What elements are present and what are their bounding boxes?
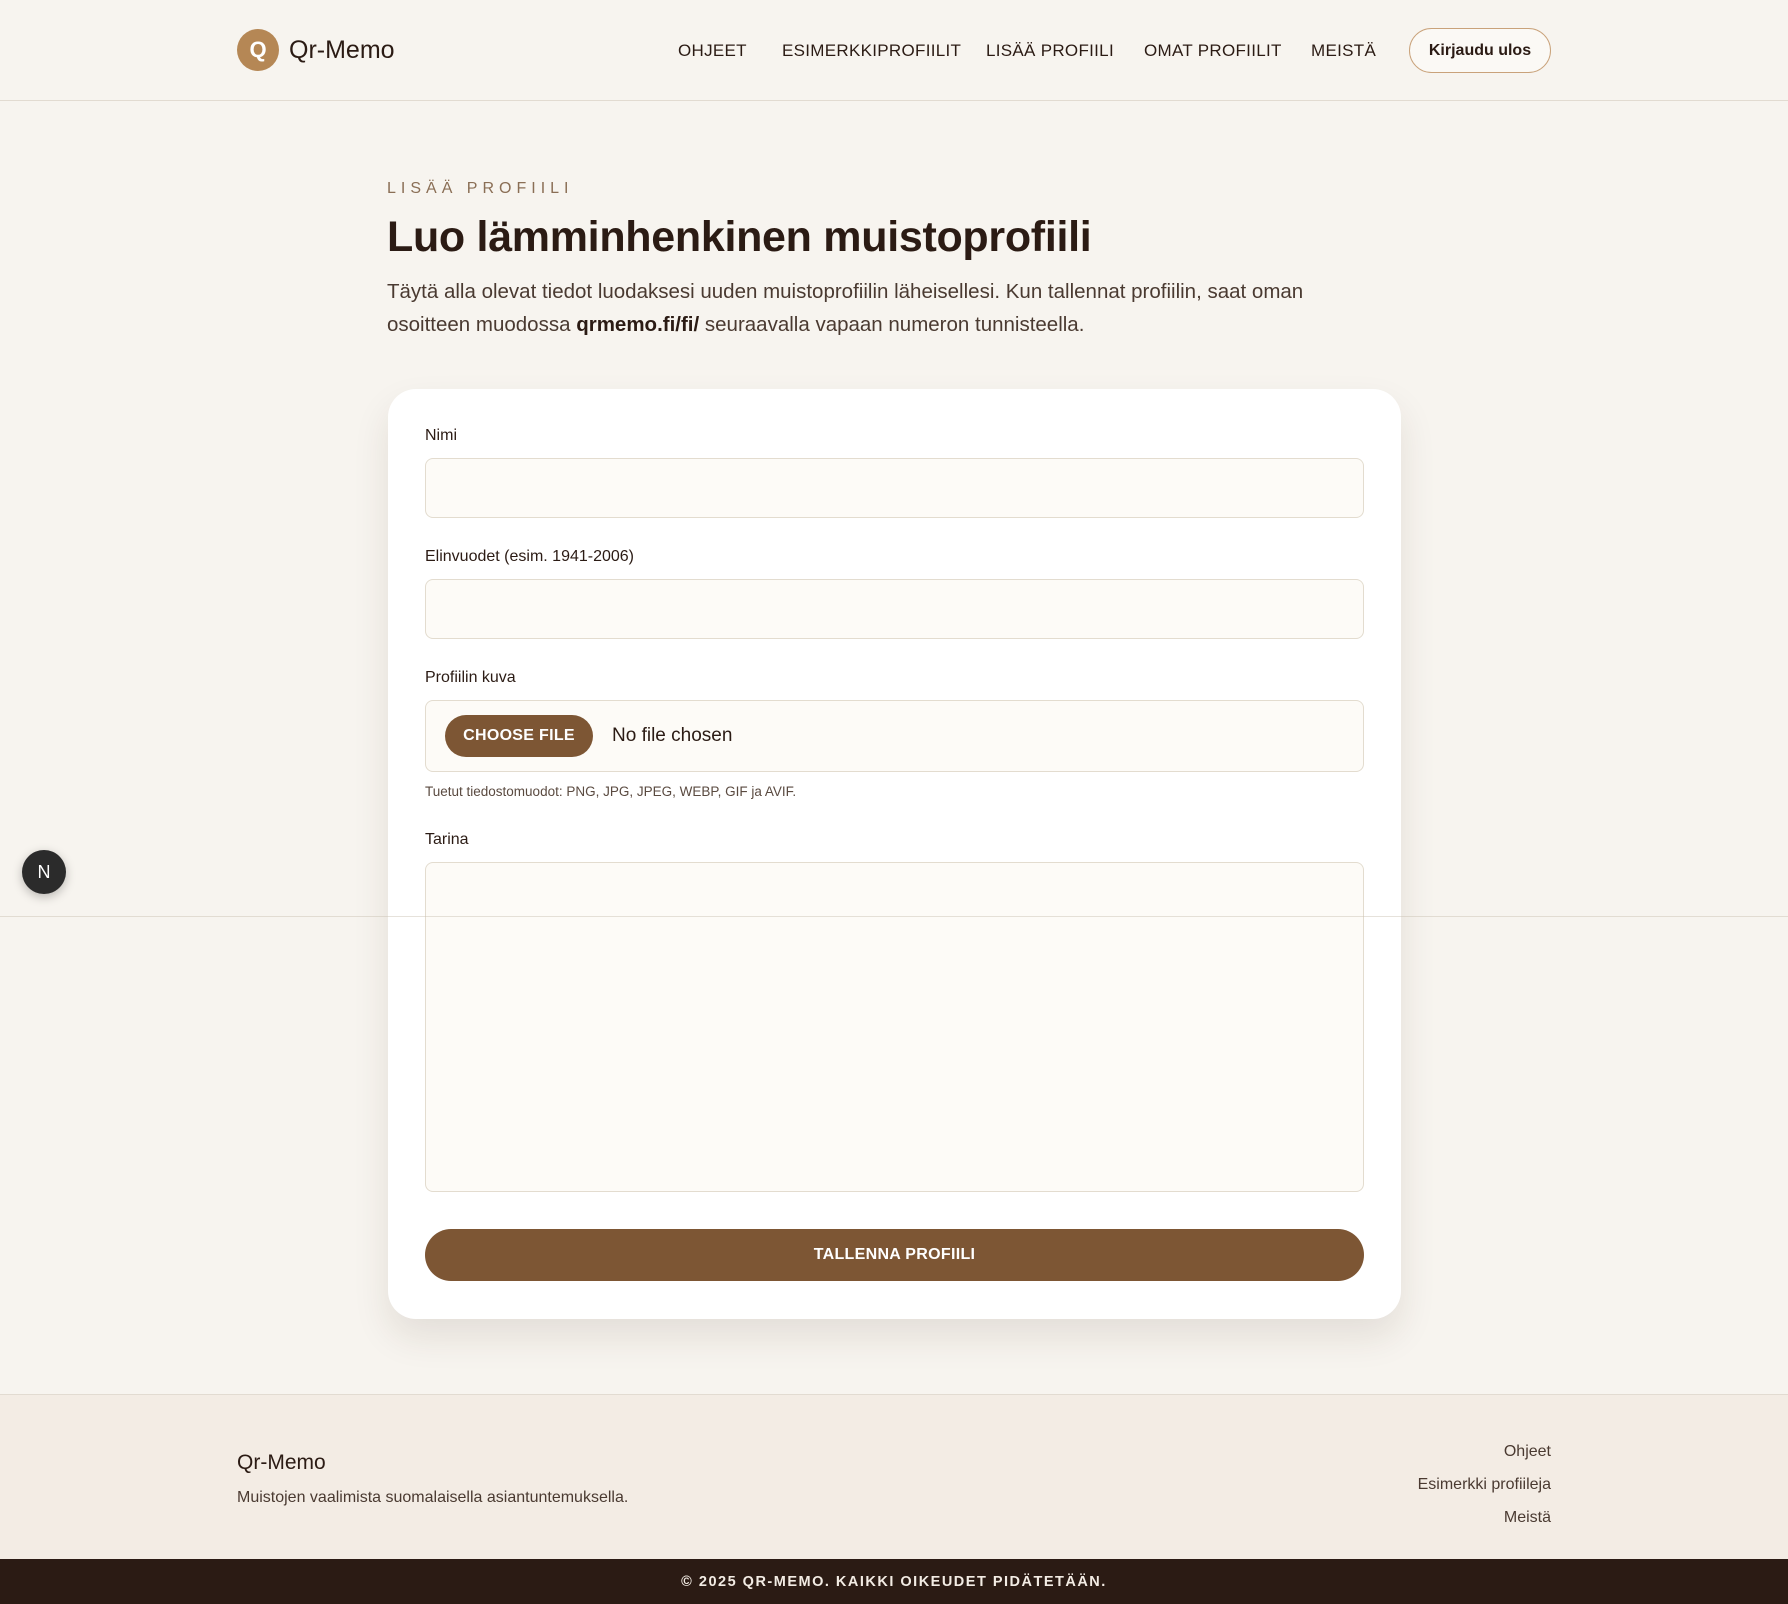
footer-tagline: Muistojen vaalimista suomalaisella asian… bbox=[237, 1489, 629, 1506]
page-title: Luo lämminhenkinen muistoprofiili bbox=[387, 213, 1092, 261]
nav-omat-profiilit[interactable]: OMAT PROFIILIT bbox=[1144, 41, 1282, 61]
intro-text: Täytä alla olevat tiedot luodaksesi uude… bbox=[387, 275, 1387, 341]
footer-link-ohjeet[interactable]: Ohjeet bbox=[1418, 1435, 1551, 1468]
story-label: Tarina bbox=[425, 831, 469, 848]
nav-lisaa-profiili[interactable]: LISÄÄ PROFIILI bbox=[986, 41, 1114, 61]
brand-name: Qr-Memo bbox=[289, 35, 395, 64]
nav-meista[interactable]: MEISTÄ bbox=[1311, 41, 1376, 61]
story-textarea[interactable] bbox=[425, 862, 1364, 1192]
choose-file-button[interactable]: CHOOSE FILE bbox=[445, 715, 593, 757]
profile-form-card: Nimi Elinvuodet (esim. 1941-2006) Profii… bbox=[388, 389, 1401, 1319]
file-format-hint: Tuetut tiedostomuodot: PNG, JPG, JPEG, W… bbox=[425, 784, 797, 799]
intro-text-part2: seuraavalla vapaan numeron tunnisteella. bbox=[704, 313, 1085, 336]
file-status: No file chosen bbox=[612, 725, 733, 746]
name-input[interactable] bbox=[425, 458, 1364, 518]
brand-logo-icon: Q bbox=[237, 29, 279, 71]
image-label: Profiilin kuva bbox=[425, 669, 516, 686]
intro-domain: qrmemo.fi/fi/ bbox=[576, 313, 700, 336]
years-label: Elinvuodet (esim. 1941-2006) bbox=[425, 548, 635, 565]
nav-ohjeet[interactable]: OHJEET bbox=[678, 41, 747, 61]
footer-links: Ohjeet Esimerkki profiileja Meistä bbox=[1418, 1435, 1551, 1534]
brand-link[interactable]: Q Qr-Memo bbox=[237, 29, 395, 71]
years-input[interactable] bbox=[425, 579, 1364, 639]
site-footer: Qr-Memo Muistojen vaalimista suomalaisel… bbox=[0, 1394, 1788, 1559]
save-profile-button[interactable]: TALLENNA PROFIILI bbox=[425, 1229, 1364, 1281]
divider bbox=[0, 916, 1788, 917]
footer-link-meista[interactable]: Meistä bbox=[1418, 1501, 1551, 1534]
image-file-input[interactable]: CHOOSE FILE No file chosen bbox=[425, 700, 1364, 772]
footer-link-esimerkki-profiileja[interactable]: Esimerkki profiileja bbox=[1418, 1468, 1551, 1501]
footer-brand: Qr-Memo bbox=[237, 1451, 326, 1474]
page: Q Qr-Memo OHJEET ESIMERKKIPROFIILIT LISÄ… bbox=[0, 0, 1788, 1604]
section-eyebrow: LISÄÄ PROFIILI bbox=[387, 180, 574, 197]
site-header: Q Qr-Memo OHJEET ESIMERKKIPROFIILIT LISÄ… bbox=[0, 0, 1788, 101]
name-label: Nimi bbox=[425, 427, 457, 444]
logout-button[interactable]: Kirjaudu ulos bbox=[1409, 28, 1551, 73]
dev-tools-badge-icon[interactable]: N bbox=[22, 850, 66, 894]
copyright-bar: © 2025 QR-MEMO. KAIKKI OIKEUDET PIDÄTETÄ… bbox=[0, 1559, 1788, 1604]
nav-esimerkkiprofiilit[interactable]: ESIMERKKIPROFIILIT bbox=[782, 41, 961, 61]
